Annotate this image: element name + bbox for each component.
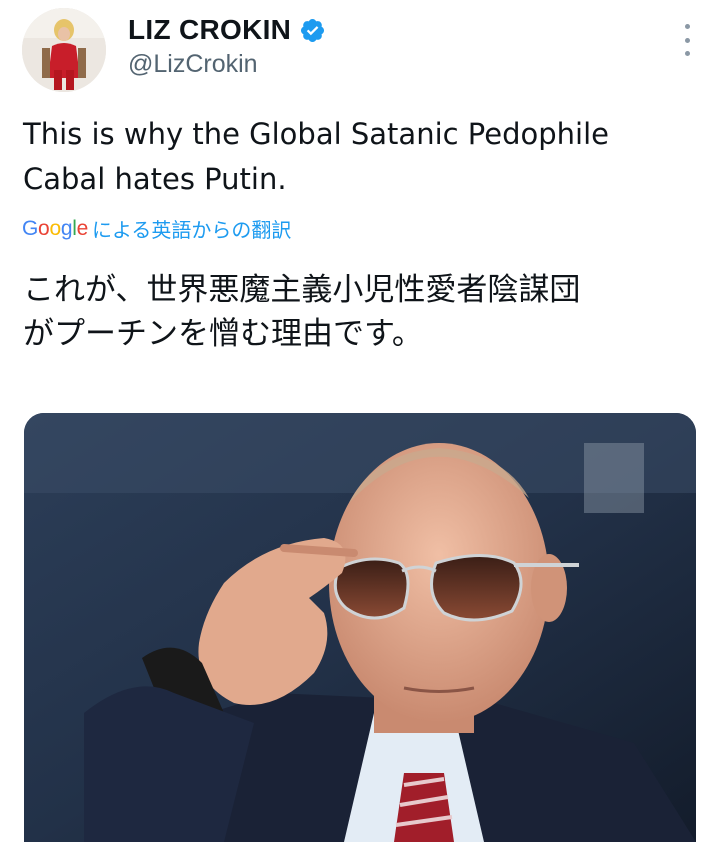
tweet-header: LIZ CROKIN @LizCrokin [22,8,702,92]
translation-label[interactable]: による英語からの翻訳 [92,214,291,243]
avatar[interactable] [22,8,106,92]
more-dot [684,51,690,56]
translated-text: これが、世界悪魔主義小児性愛者陰謀団 がプーチンを憎む理由です。 [23,268,703,356]
tweet-text-line: This is why the Global Satanic Pedophile [23,117,609,151]
author-name[interactable]: LIZ CROKIN [128,14,291,46]
verified-badge-icon [301,18,325,42]
translated-text-line: これが、世界悪魔主義小児性愛者陰謀団 [23,272,581,308]
tweet-text-line: Cabal hates Putin. [23,162,287,196]
photo-illustration [24,413,696,842]
tweet-photo[interactable] [24,413,696,842]
translation-attribution[interactable]: Google による英語からの翻訳 [22,214,291,243]
more-dot [684,24,690,29]
more-options-icon[interactable] [680,24,694,56]
more-dot [684,37,690,43]
translated-text-line: がプーチンを憎む理由です。 [23,316,423,352]
author-name-row[interactable]: LIZ CROKIN [128,14,326,46]
google-logo: Google [22,216,88,240]
author-handle[interactable]: @LizCrokin [128,50,258,79]
tweet-text: This is why the Global Satanic Pedophile… [23,112,703,202]
